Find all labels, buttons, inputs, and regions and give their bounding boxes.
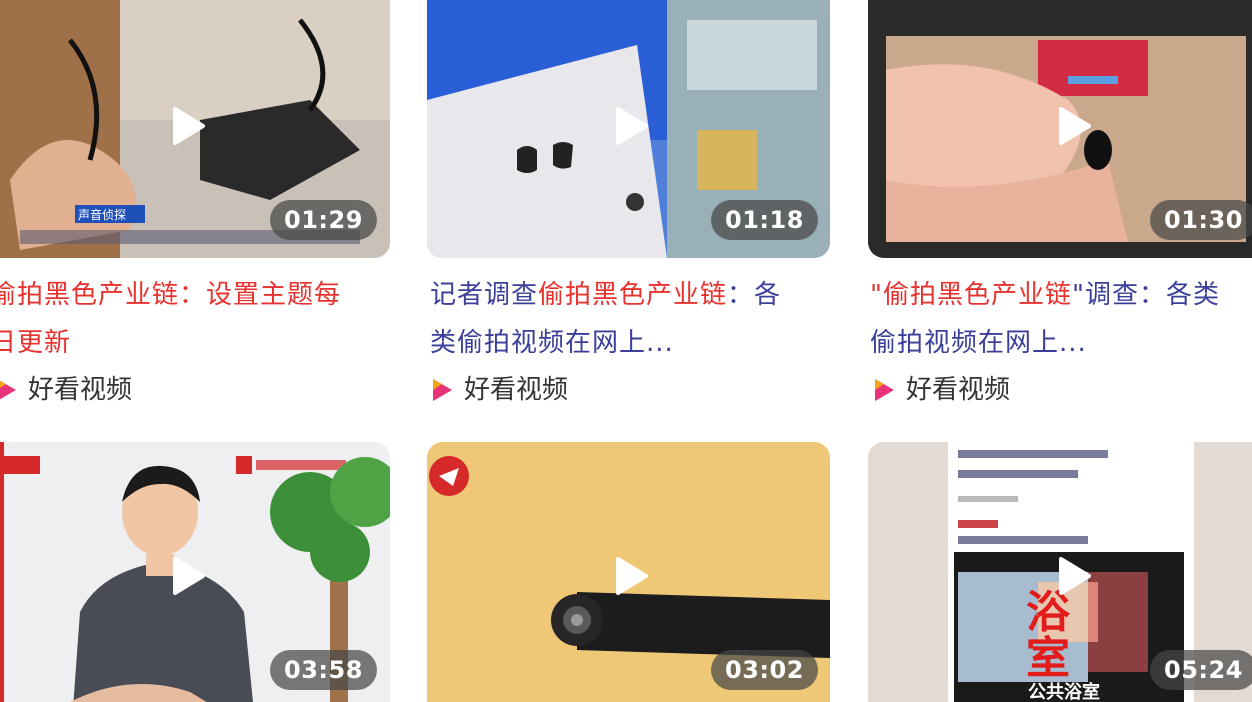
video-duration: 01:30	[1150, 200, 1252, 240]
video-grid: 声音侦探 01:29 偷拍黑色产业链：设置主题每 日更新 好看视频 01:18 …	[0, 0, 1252, 702]
video-title-suffix[interactable]: "调查：各类	[1072, 280, 1220, 310]
video-title-line-2[interactable]: 偷拍视频在网上...	[870, 328, 1087, 358]
video-title-line-2[interactable]: 类偷拍视频在网上...	[430, 328, 674, 358]
video-duration: 05:24	[1150, 650, 1252, 690]
video-title-prefix[interactable]: 记者调查	[430, 280, 538, 310]
video-title[interactable]: 记者调查偷拍黑色产业链：各 类偷拍视频在网上...	[430, 271, 781, 367]
video-source[interactable]: 好看视频	[0, 374, 132, 406]
video-duration: 03:02	[711, 650, 818, 690]
thumbnail-big-text: 浴室	[1026, 587, 1070, 684]
play-icon[interactable]	[163, 103, 209, 149]
play-icon[interactable]	[1049, 103, 1095, 149]
play-icon[interactable]	[606, 553, 652, 599]
video-source[interactable]: 好看视频	[872, 374, 1010, 406]
play-icon[interactable]	[606, 103, 652, 149]
video-thumbnail-5[interactable]: 03:02	[427, 442, 830, 702]
video-thumbnail-6[interactable]: 浴室 公共浴室 05:24	[868, 442, 1252, 702]
video-source[interactable]: 好看视频	[430, 374, 568, 406]
video-title-prefix[interactable]: "	[870, 280, 883, 310]
video-source-name: 好看视频	[28, 375, 133, 405]
video-title-suffix[interactable]: ：各	[727, 280, 781, 310]
play-icon[interactable]	[1049, 553, 1095, 599]
thumbnail-small-text: 公共浴室	[1028, 682, 1100, 702]
haokan-logo-icon	[0, 380, 16, 400]
thumbnail-caption: 声音侦探	[78, 208, 127, 222]
video-thumbnail-4[interactable]: 03:58	[0, 442, 390, 702]
video-duration: 03:58	[270, 650, 377, 690]
video-title-line-1[interactable]: 偷拍黑色产业链：设置主题每	[0, 280, 341, 310]
video-title[interactable]: "偷拍黑色产业链"调查：各类 偷拍视频在网上...	[870, 271, 1220, 367]
video-duration: 01:18	[711, 200, 818, 240]
video-title-highlight[interactable]: 偷拍黑色产业链	[883, 280, 1072, 310]
video-thumbnail-2[interactable]: 01:18	[427, 0, 830, 258]
haokan-logo-icon	[433, 379, 452, 401]
video-thumbnail-1[interactable]: 声音侦探 01:29	[0, 0, 390, 258]
video-title-line-2[interactable]: 日更新	[0, 328, 71, 358]
video-source-name: 好看视频	[906, 375, 1011, 405]
video-source-name: 好看视频	[464, 375, 569, 405]
video-title[interactable]: 偷拍黑色产业链：设置主题每 日更新	[0, 271, 341, 367]
video-duration: 01:29	[270, 200, 377, 240]
video-title-highlight[interactable]: 偷拍黑色产业链	[538, 280, 727, 310]
video-thumbnail-3[interactable]: 01:30	[868, 0, 1252, 258]
play-icon[interactable]	[163, 553, 209, 599]
haokan-logo-icon	[875, 379, 894, 401]
